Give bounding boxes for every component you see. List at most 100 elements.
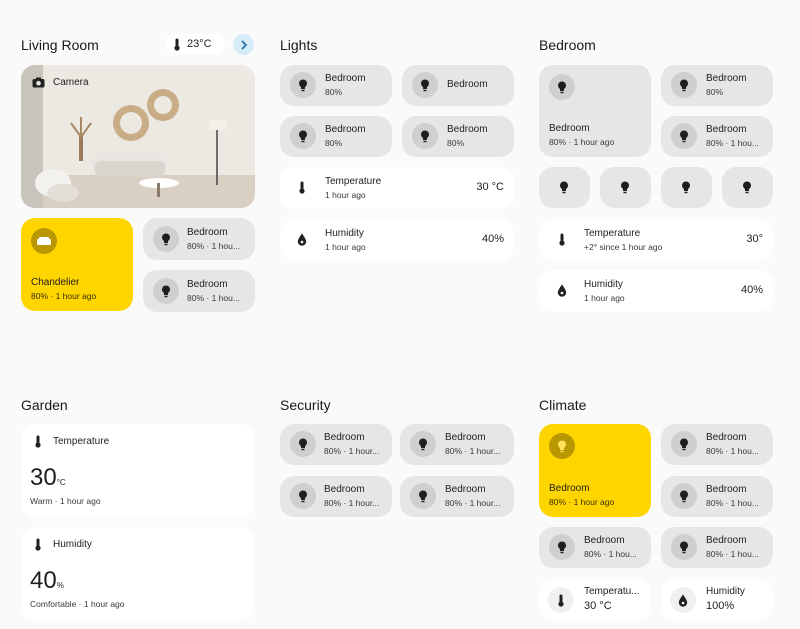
- water-drop-icon: [557, 284, 567, 297]
- tile-subtitle: 80%: [447, 138, 465, 148]
- section-title: Living Room: [21, 37, 99, 53]
- light-tile[interactable]: Bedroom 80% · 1 hou...: [539, 527, 651, 568]
- light-tile[interactable]: Bedroom 80% · 1 hou...: [661, 424, 773, 465]
- lightbulb-icon: [290, 72, 316, 98]
- tile-title: Bedroom: [447, 79, 488, 90]
- temperature-sensor-card[interactable]: Temperature 30°C Warm · 1 hour ago: [21, 424, 255, 517]
- sensor-value-number: 30: [30, 464, 57, 491]
- tile-subtitle: 80% · 1 hou...: [706, 138, 759, 148]
- tile-title: Bedroom: [187, 279, 228, 290]
- water-drop-icon: [297, 233, 307, 246]
- humidity-sensor-card[interactable]: Humidity 1 hour ago 40%: [539, 270, 773, 312]
- chevron-right-icon: [240, 39, 248, 50]
- light-tile[interactable]: Bedroom 80% · 1 hour...: [280, 424, 392, 465]
- light-button[interactable]: [661, 167, 712, 208]
- tile-title: Bedroom: [324, 484, 365, 495]
- chandelier-tile[interactable]: Chandelier 80% · 1 hour ago: [21, 218, 133, 311]
- tile-subtitle: 80% · 1 hou...: [706, 498, 759, 508]
- sensor-value: 40%: [481, 233, 504, 245]
- light-button[interactable]: [722, 167, 773, 208]
- humidity-sensor-card[interactable]: Humidity 100%: [661, 579, 773, 620]
- sensor-subtitle: Comfortable · 1 hour ago: [30, 599, 125, 609]
- light-tile[interactable]: Bedroom 80% · 1 hour...: [280, 476, 392, 517]
- lightbulb-icon: [620, 181, 630, 194]
- tile-subtitle: 80% · 1 hou...: [584, 549, 637, 559]
- temperature-sensor-card[interactable]: Temperature 1 hour ago 30 °C: [280, 167, 514, 209]
- tile-subtitle: 80% · 1 hour...: [324, 498, 380, 508]
- tile-title: Bedroom: [325, 73, 366, 84]
- section-title: Bedroom: [539, 37, 596, 53]
- light-tile-large[interactable]: Bedroom 80% · 1 hour ago: [539, 65, 651, 157]
- tile-subtitle: 80% · 1 hour...: [324, 446, 380, 456]
- light-tile[interactable]: Bedroom 80% · 1 hour...: [400, 476, 514, 517]
- light-tile[interactable]: Bedroom 80%: [280, 65, 392, 106]
- lightbulb-icon: [742, 181, 752, 194]
- tile-subtitle: 80% · 1 hour...: [445, 446, 501, 456]
- sensor-title: Humidity: [584, 279, 623, 290]
- tile-subtitle: 80% · 1 hour ago: [549, 137, 615, 147]
- light-tile[interactable]: Bedroom 80% · 1 hou...: [661, 116, 773, 157]
- lightbulb-icon: [671, 72, 697, 98]
- light-tile[interactable]: Bedroom: [402, 65, 514, 106]
- humidity-sensor-card[interactable]: Humidity 1 hour ago 40%: [280, 219, 514, 261]
- sensor-subtitle: 1 hour ago: [325, 190, 366, 200]
- thermometer-icon: [173, 38, 181, 51]
- tile-title: Chandelier: [31, 277, 80, 288]
- sensor-title: Temperatu...: [584, 586, 640, 597]
- sensor-title: Humidity: [706, 586, 745, 597]
- sensor-title: Temperature: [584, 228, 641, 239]
- tile-title: Bedroom: [706, 73, 747, 84]
- light-tile[interactable]: Bedroom 80% · 1 hour...: [400, 424, 514, 465]
- tile-title: Bedroom: [447, 124, 488, 135]
- tile-subtitle: 80% · 1 hour...: [445, 498, 501, 508]
- tile-subtitle: 80% · 1 hour ago: [549, 497, 615, 507]
- sensor-value: 40%: [740, 284, 763, 296]
- tile-subtitle: 80% · 1 hou...: [187, 241, 240, 251]
- section-title: Security: [280, 397, 331, 413]
- camera-card[interactable]: Camera: [21, 65, 255, 208]
- sensor-unit: %: [56, 581, 64, 590]
- thermometer-icon: [34, 538, 42, 551]
- light-tile-large[interactable]: Bedroom 80% · 1 hour ago: [539, 424, 651, 517]
- temperature-badge-value: 23°C: [187, 38, 212, 50]
- temperature-sensor-card[interactable]: Temperatu... 30 °C: [539, 579, 651, 620]
- tile-title: Bedroom: [549, 483, 590, 494]
- light-tile[interactable]: Bedroom 80% · 1 hou...: [143, 218, 255, 260]
- light-tile[interactable]: Bedroom 80% · 1 hou...: [661, 476, 773, 517]
- thermometer-icon: [34, 435, 42, 448]
- lightbulb-icon: [559, 181, 569, 194]
- section-title: Lights: [280, 37, 318, 53]
- light-tile[interactable]: Bedroom 80%: [661, 65, 773, 106]
- lightbulb-icon: [153, 226, 179, 252]
- sensor-title: Temperature: [53, 436, 110, 447]
- chevron-right-button[interactable]: [233, 34, 254, 55]
- temperature-badge[interactable]: 23°C: [165, 34, 225, 54]
- light-button[interactable]: [600, 167, 651, 208]
- temperature-sensor-card[interactable]: Temperature +2° since 1 hour ago 30°: [539, 219, 773, 261]
- lightbulb-icon: [671, 483, 697, 509]
- tile-subtitle: 80% · 1 hou...: [187, 293, 240, 303]
- tile-subtitle: 80% · 1 hour ago: [31, 291, 97, 301]
- lightbulb-icon: [410, 431, 436, 457]
- light-button[interactable]: [539, 167, 590, 208]
- sensor-unit: °C: [56, 478, 66, 487]
- lightbulb-icon: [290, 123, 316, 149]
- sensor-value: 100%: [706, 600, 735, 612]
- tile-subtitle: 80%: [325, 87, 343, 97]
- light-tile[interactable]: Bedroom 80%: [280, 116, 392, 157]
- light-tile[interactable]: Bedroom 80% · 1 hou...: [661, 527, 773, 568]
- lightbulb-icon: [671, 123, 697, 149]
- light-tile[interactable]: Bedroom 80% · 1 hou...: [143, 270, 255, 312]
- humidity-sensor-card[interactable]: Humidity 40% Comfortable · 1 hour ago: [21, 527, 255, 620]
- light-tile[interactable]: Bedroom 80%: [402, 116, 514, 157]
- sensor-value: 40%: [30, 567, 64, 595]
- tile-subtitle: 80%: [325, 138, 343, 148]
- sofa-icon: [31, 228, 57, 254]
- tile-title: Bedroom: [584, 535, 625, 546]
- sensor-subtitle: 1 hour ago: [325, 242, 366, 252]
- tile-title: Bedroom: [706, 535, 747, 546]
- lightbulb-icon: [153, 278, 179, 304]
- sensor-title: Humidity: [325, 228, 364, 239]
- thermometer-icon: [548, 587, 574, 613]
- lightbulb-icon: [290, 431, 316, 457]
